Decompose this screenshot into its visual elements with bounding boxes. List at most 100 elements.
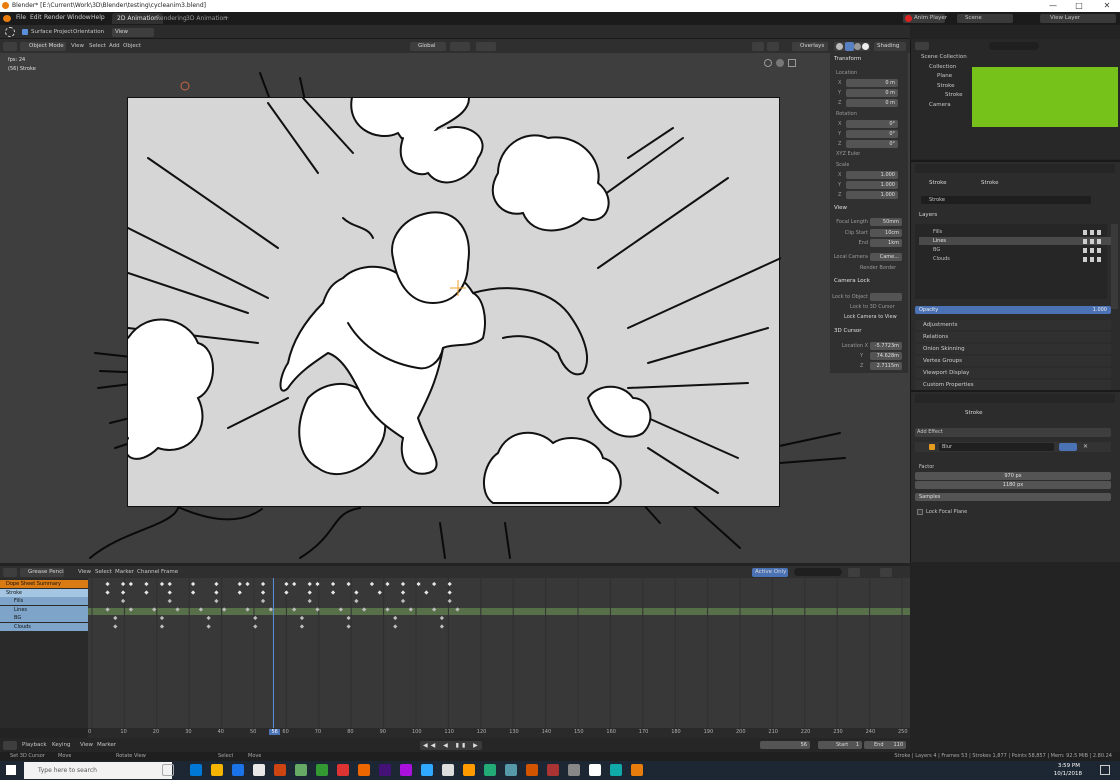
add-workspace-button[interactable]: + [219, 13, 234, 24]
dopesheet-area[interactable]: Dope Sheet Summary Stroke Fills Lines BG Clou… [0, 578, 910, 728]
rendered-shading-icon[interactable] [862, 43, 869, 50]
task-view-icon[interactable] [190, 764, 202, 776]
file-explorer-icon[interactable] [211, 764, 223, 776]
effect-visibility-toggle[interactable] [1059, 443, 1077, 451]
3d-cursor-header[interactable]: 3D Cursor [834, 328, 862, 334]
scale-y-field[interactable]: 1.000 [846, 181, 898, 189]
effect-close-icon[interactable]: ✕ [1083, 443, 1088, 450]
minimize-button[interactable]: — [1040, 0, 1066, 12]
3d-viewport[interactable]: fps: 24 (56) Stroke [0, 53, 910, 563]
material-shading-icon[interactable] [854, 43, 861, 50]
dopesheet-menu-frame[interactable]: Frame [161, 569, 178, 575]
location-y-field[interactable]: 0 m [846, 89, 898, 97]
outliner-row[interactable]: Plane [937, 72, 952, 81]
grease-pencil-mode-dropdown[interactable]: Grease Pencil [20, 568, 64, 577]
start-frame-field[interactable]: Start 1 [818, 741, 862, 749]
dopesheet-menu-view[interactable]: View [78, 569, 91, 575]
blur-effect-header[interactable]: Blur ✕ [915, 442, 1111, 452]
blender-taskbar-icon[interactable] [631, 764, 643, 776]
effects-tabs[interactable] [915, 394, 1115, 403]
object-mode-dropdown[interactable]: Object Mode [20, 42, 66, 51]
editor-type-button[interactable] [3, 42, 17, 51]
windows-start-icon[interactable] [6, 765, 16, 775]
outliner-editor-type-button[interactable] [915, 42, 929, 50]
factor-y-field[interactable]: 1180 px [915, 481, 1111, 489]
properties-tabs[interactable] [915, 164, 1115, 173]
viewport-menu-add[interactable]: Add [109, 43, 120, 49]
subpanel-header[interactable]: Relations [915, 332, 1111, 342]
dopesheet-channel[interactable]: Fills [0, 597, 88, 605]
layer-visibility-lock-icons[interactable] [1083, 248, 1103, 253]
scale-x-field[interactable]: 1.000 [846, 171, 898, 179]
shading-dropdown[interactable]: Shading [874, 42, 906, 51]
gizmo-icon[interactable] [767, 42, 779, 51]
lock-to-cursor-checkbox[interactable]: Lock to 3D Cursor [850, 304, 895, 310]
location-x-field[interactable]: 0 m [846, 79, 898, 87]
subpanel-header[interactable]: Vertex Groups [915, 356, 1111, 366]
dopesheet-channel[interactable]: Lines [0, 605, 88, 614]
rotation-x-field[interactable]: 0° [846, 120, 898, 128]
view-panel-header[interactable]: View [834, 205, 847, 211]
notification-icon[interactable] [1100, 765, 1110, 775]
lock-focal-checkbox[interactable] [917, 509, 923, 515]
microphone-icon[interactable] [162, 764, 174, 776]
render-border-checkbox[interactable]: Render Border [860, 265, 896, 271]
chrome-icon[interactable] [232, 764, 244, 776]
outliner-row[interactable]: Scene Collection [921, 53, 967, 62]
dopesheet-menu-select[interactable]: Select [95, 569, 112, 575]
layer-visibility-lock-icons[interactable] [1083, 230, 1103, 235]
layers-list-controls[interactable] [1111, 224, 1118, 309]
outliner-row[interactable]: Camera [929, 101, 951, 110]
shading-modes[interactable] [834, 42, 870, 51]
clock-time[interactable]: 3:59 PM [1058, 763, 1080, 769]
aftereffects-icon[interactable] [400, 764, 412, 776]
camera-view-icon[interactable] [788, 59, 796, 67]
menu-edit[interactable]: Edit [30, 14, 42, 21]
snap-dropdown[interactable] [476, 42, 496, 51]
view-layer-selector[interactable]: View Layer [1040, 14, 1116, 23]
subpanel-header[interactable]: Custom Properties [915, 380, 1111, 390]
layer-visibility-lock-icons[interactable] [1083, 257, 1103, 262]
photos-icon[interactable] [316, 764, 328, 776]
active-only-toggle[interactable]: Active Only [752, 568, 788, 577]
premiere-icon[interactable] [379, 764, 391, 776]
focal-length-field[interactable]: 50mm [870, 218, 902, 226]
cursor-z-field[interactable]: 2.7115m [870, 362, 902, 370]
playback-menu[interactable]: Playback [22, 742, 47, 748]
rotation-y-field[interactable]: 0° [846, 130, 898, 138]
outliner-row[interactable]: Stroke [945, 91, 963, 100]
layers-list[interactable]: Fills Lines BG Clouds [915, 224, 1111, 299]
clip-end-field[interactable]: 1km [870, 239, 902, 247]
subpanel-header[interactable]: Viewport Display [915, 368, 1111, 378]
playback-controls[interactable]: ◀◀ ◀ ▮▮ ▶ ▶▶ [420, 741, 482, 758]
menu-window[interactable]: Window [67, 14, 91, 21]
keyframe-grid[interactable] [88, 578, 910, 728]
wireframe-shading-icon[interactable] [836, 43, 843, 50]
dopesheet-editor-type-button[interactable] [3, 568, 17, 577]
dopesheet-channel[interactable]: Dope Sheet Summary [0, 580, 88, 588]
outliner-search-input[interactable] [989, 42, 1039, 50]
outliner-row[interactable]: Collection [929, 63, 956, 72]
terminal-icon[interactable] [568, 764, 580, 776]
lock-camera-to-view-checkbox[interactable]: Lock Camera to View [844, 314, 897, 320]
mail-icon[interactable] [295, 764, 307, 776]
blender-menu-icon[interactable] [3, 15, 11, 22]
viewport-menu-select[interactable]: Select [89, 43, 106, 49]
dopesheet-menu-marker[interactable]: Marker [115, 569, 134, 575]
store-icon[interactable] [274, 764, 286, 776]
spotify-icon[interactable] [484, 764, 496, 776]
filter-icon[interactable] [848, 568, 860, 577]
edge-icon[interactable] [253, 764, 265, 776]
samples-field[interactable]: Samples [915, 493, 1111, 501]
firefox-icon[interactable] [526, 764, 538, 776]
cursor-tool-icon[interactable] [5, 27, 15, 37]
local-camera-field[interactable]: Came... [870, 253, 902, 261]
dopesheet-channel[interactable]: Clouds [0, 622, 88, 631]
dopesheet-channel[interactable]: BG [0, 614, 88, 622]
layers-panel-header[interactable]: Layers [919, 212, 937, 218]
menu-file[interactable]: File [16, 14, 26, 21]
subpanel-header[interactable]: Adjustments [915, 320, 1111, 330]
office-icon[interactable] [358, 764, 370, 776]
add-effect-dropdown[interactable]: Add Effect [915, 428, 1111, 437]
rotation-mode-label[interactable]: XYZ Euler [836, 151, 860, 157]
